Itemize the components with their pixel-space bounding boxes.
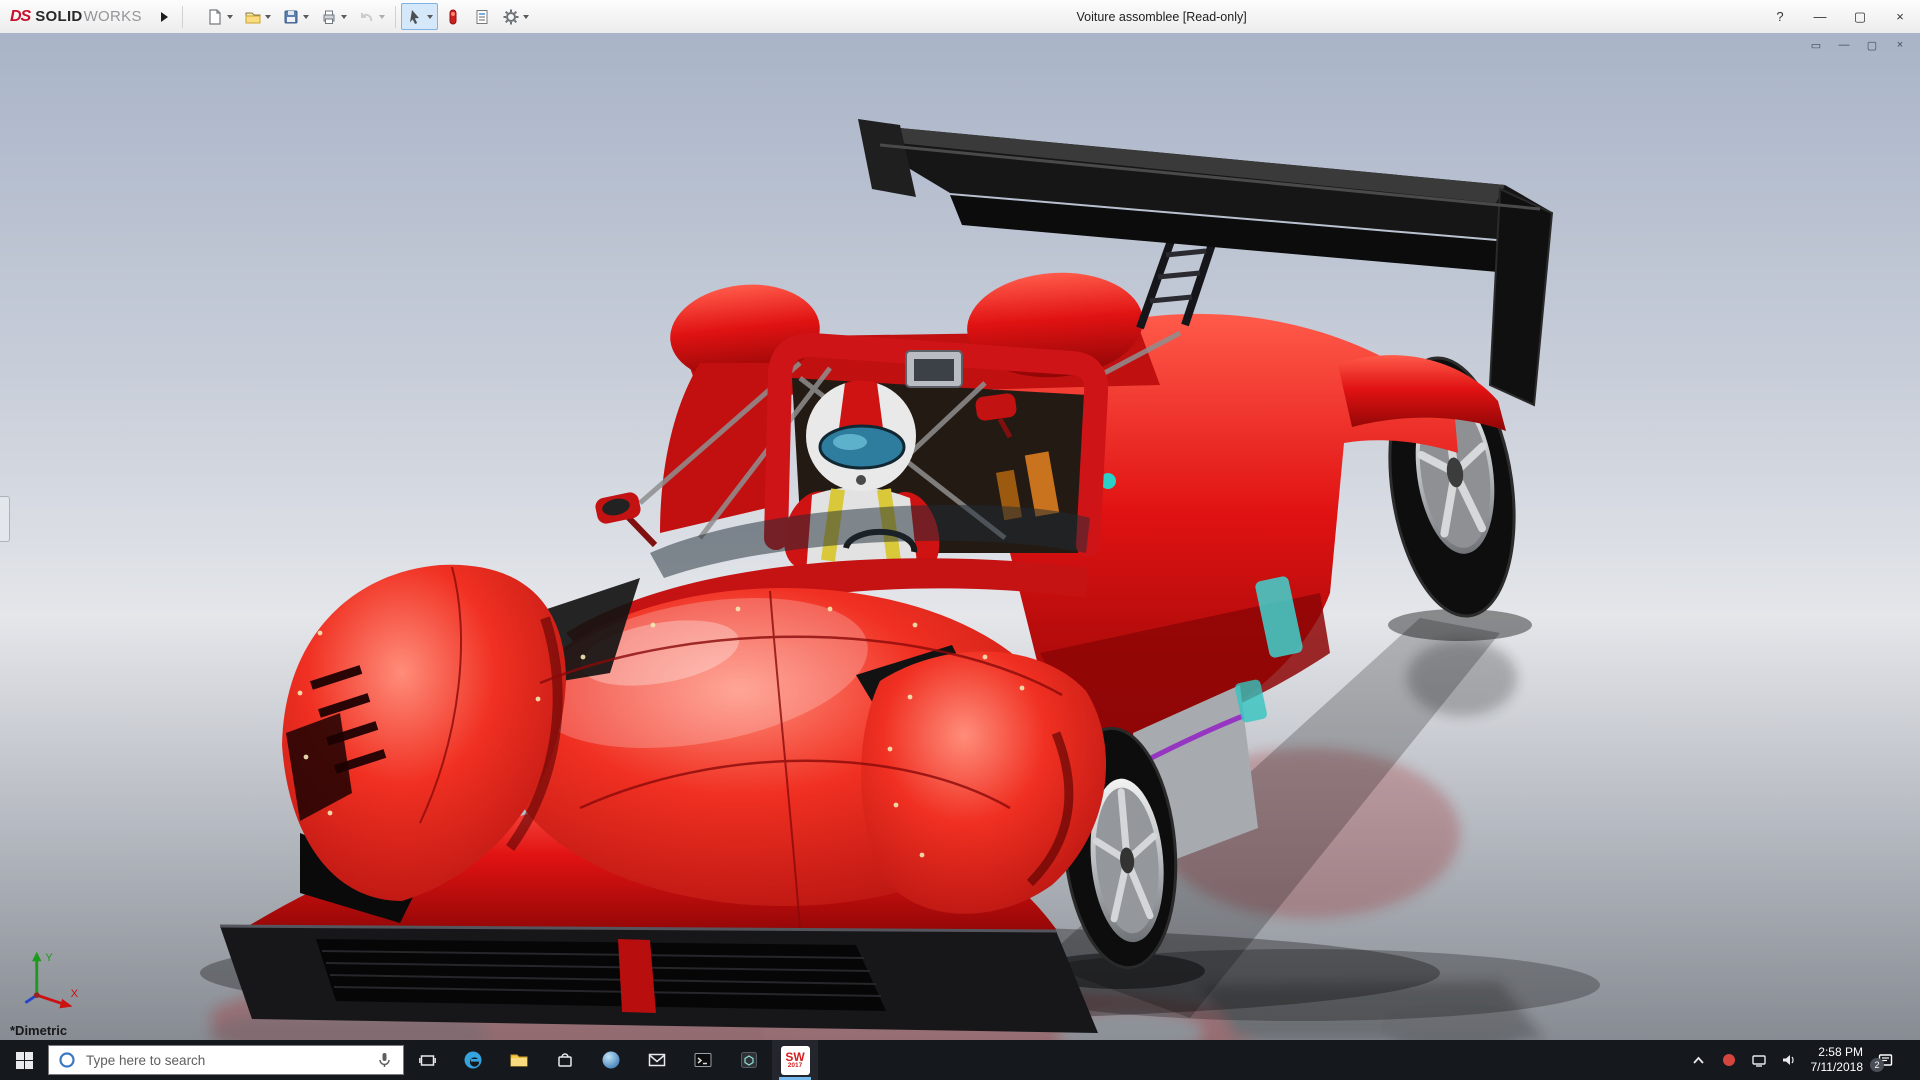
store-bag-icon [555, 1050, 575, 1070]
dropdown-caret-icon [523, 15, 529, 19]
save-icon [282, 8, 300, 26]
cad-viewer-button[interactable] [726, 1040, 772, 1080]
rebuild-icon [444, 8, 462, 26]
cortana-icon [58, 1051, 76, 1069]
action-center-button[interactable]: 2 [1877, 1052, 1894, 1068]
task-view-button[interactable] [404, 1040, 450, 1080]
microphone-icon[interactable] [375, 1051, 394, 1069]
front-splitter [220, 926, 1098, 1033]
open-folder-icon [244, 8, 262, 26]
doc-maximize-button[interactable]: ▢ [1862, 36, 1882, 54]
graphics-area: ▭ — ▢ × Y X *Dimetric [0, 33, 1920, 1040]
title-bar: DS SOLID WORKS [0, 0, 1920, 34]
windows-logo-icon [16, 1052, 33, 1069]
view-orientation-label: *Dimetric [10, 1023, 67, 1038]
maximize-button[interactable]: ▢ [1840, 0, 1880, 33]
options-button[interactable] [497, 3, 534, 30]
sphere-app-icon [601, 1050, 621, 1070]
brand-name-light: WORKS [84, 8, 142, 25]
store-button[interactable] [542, 1040, 588, 1080]
cube-app-icon [739, 1050, 759, 1070]
system-tray: 2:58 PM 7/11/2018 2 [1680, 1040, 1920, 1080]
network-icon[interactable] [1751, 1052, 1767, 1068]
solidworks-logo[interactable]: DS SOLID WORKS [0, 8, 178, 26]
select-cursor-icon [406, 8, 424, 26]
edge-icon [463, 1050, 483, 1070]
volume-icon[interactable] [1781, 1052, 1797, 1068]
solidworks-window: DS SOLID WORKS [0, 0, 1920, 1080]
new-document-icon [206, 8, 224, 26]
ds-logo-icon: DS [10, 8, 30, 26]
window-controls: ? — ▢ × [1760, 0, 1920, 33]
show-hidden-icons-chevron[interactable] [1690, 1052, 1707, 1069]
new-document-button[interactable] [201, 3, 238, 30]
solidworks-app-icon: SW 2017 [781, 1046, 810, 1075]
orientation-triad[interactable]: Y X [16, 948, 82, 1014]
clock-time: 2:58 PM [1811, 1045, 1864, 1060]
triad-y-label: Y [45, 952, 53, 964]
dropdown-caret-icon [227, 15, 233, 19]
doc-close-button[interactable]: × [1890, 36, 1910, 54]
save-button[interactable] [277, 3, 314, 30]
file-properties-icon [473, 8, 491, 26]
browser-sphere-button[interactable] [588, 1040, 634, 1080]
file-properties-button[interactable] [468, 3, 496, 30]
terminal-button[interactable] [680, 1040, 726, 1080]
dropdown-caret-icon [427, 15, 433, 19]
undo-icon [358, 8, 376, 26]
window-title: Voiture assomblee [Read-only] [1076, 0, 1246, 33]
search-input[interactable] [84, 1052, 367, 1069]
document-window-controls: ▭ — ▢ × [1806, 36, 1910, 54]
solidworks-taskbar-button[interactable]: SW 2017 [772, 1040, 818, 1080]
toolbar-separator [395, 6, 396, 28]
dropdown-caret-icon [265, 15, 271, 19]
mail-icon [647, 1050, 667, 1070]
radiator-grille [316, 939, 886, 1011]
terminal-icon [693, 1050, 713, 1070]
dropdown-caret-icon [379, 15, 385, 19]
taskbar-clock[interactable]: 2:58 PM 7/11/2018 [1811, 1045, 1864, 1075]
tray-app-icon[interactable] [1721, 1052, 1737, 1068]
triad-x-label: X [71, 988, 79, 1000]
taskbar-search[interactable] [48, 1045, 404, 1075]
menu-flyout-arrow-icon[interactable] [161, 12, 168, 22]
open-button[interactable] [239, 3, 276, 30]
notification-badge: 2 [1870, 1058, 1884, 1072]
file-explorer-button[interactable] [496, 1040, 542, 1080]
undo-button[interactable] [353, 3, 390, 30]
doc-minimize-button[interactable]: — [1834, 36, 1854, 54]
start-button[interactable] [0, 1040, 48, 1080]
rebuild-button[interactable] [439, 3, 467, 30]
mail-button[interactable] [634, 1040, 680, 1080]
taskbar: SW 2017 2:58 PM 7/11/2018 2 [0, 1040, 1920, 1080]
help-button[interactable]: ? [1760, 0, 1800, 33]
select-tool-button[interactable] [401, 3, 438, 30]
print-icon [320, 8, 338, 26]
task-view-icon [419, 1052, 436, 1069]
panel-collapse-tab[interactable] [0, 496, 10, 542]
minimize-button[interactable]: — [1800, 0, 1840, 33]
toolbar-separator [182, 6, 183, 28]
folder-icon [509, 1050, 529, 1070]
doc-restore-button[interactable]: ▭ [1806, 36, 1826, 54]
close-button[interactable]: × [1880, 0, 1920, 33]
clock-date: 7/11/2018 [1811, 1060, 1864, 1075]
3d-viewport[interactable] [0, 33, 1920, 1040]
brand-name-bold: SOLID [35, 8, 82, 25]
dropdown-caret-icon [341, 15, 347, 19]
gear-icon [502, 8, 520, 26]
dropdown-caret-icon [303, 15, 309, 19]
quick-access-toolbar [201, 3, 534, 30]
edge-browser-button[interactable] [450, 1040, 496, 1080]
print-button[interactable] [315, 3, 352, 30]
